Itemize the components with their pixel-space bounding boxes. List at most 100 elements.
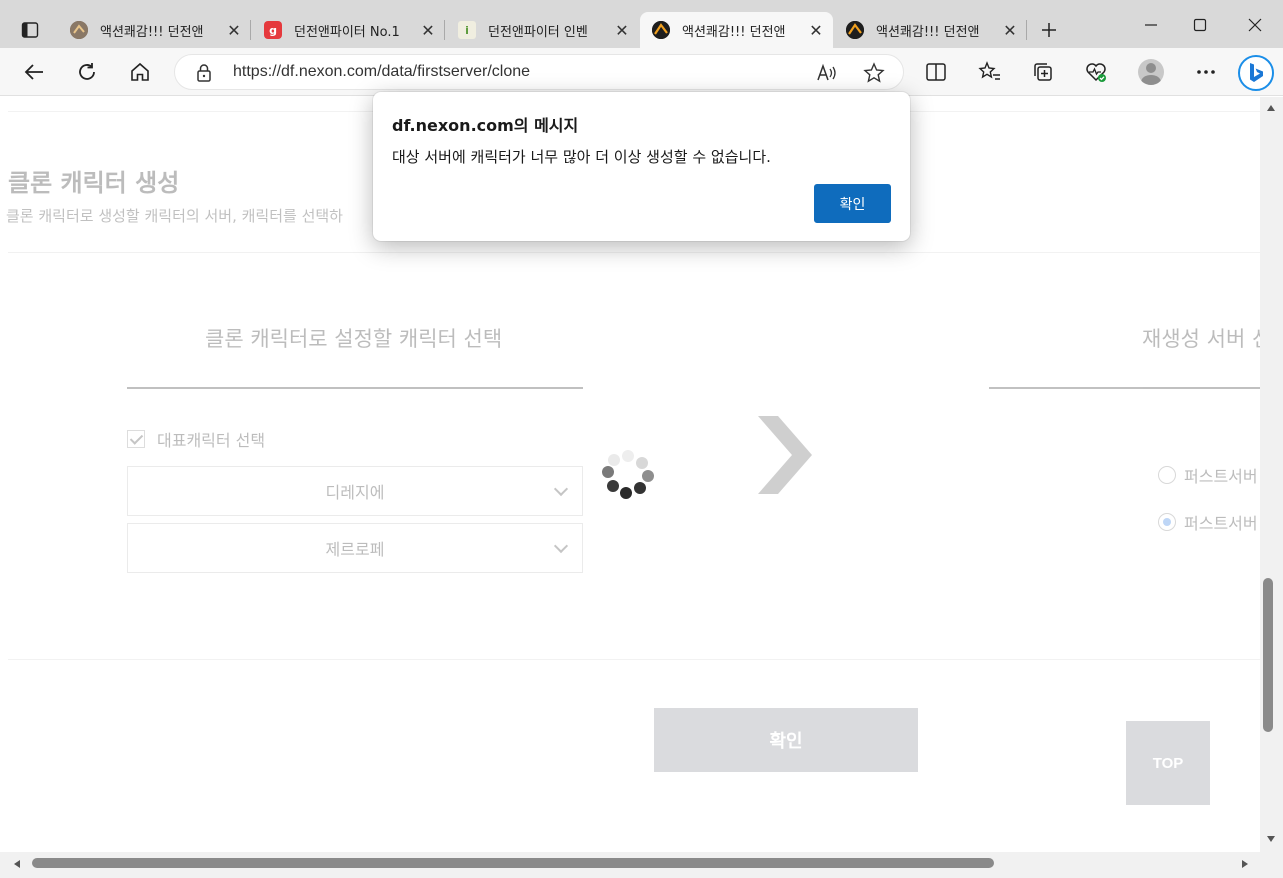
close-tab-icon[interactable]: ✕	[807, 21, 825, 40]
tab-actions-button[interactable]	[10, 14, 50, 46]
home-button[interactable]	[124, 56, 156, 88]
chevron-down-icon	[553, 481, 569, 497]
minimize-icon	[1145, 24, 1157, 26]
tab-separator	[444, 20, 445, 40]
vertical-scrollbar[interactable]	[1260, 97, 1283, 852]
character-select[interactable]: 제르로페	[127, 523, 583, 573]
refresh-button[interactable]	[71, 56, 103, 88]
chevron-right-icon	[758, 416, 812, 494]
scroll-right-arrow-icon[interactable]	[1242, 860, 1248, 868]
server-select[interactable]: 디레지에	[127, 466, 583, 516]
tab-actions-icon	[21, 22, 39, 38]
dnf-logo-icon	[70, 21, 88, 39]
bing-icon	[1238, 55, 1274, 91]
page-subtitle: 클론 캐릭터로 생성할 캐릭터의 서버, 캐릭터를 선택하	[6, 207, 343, 225]
back-button[interactable]	[18, 56, 50, 88]
left-section-bar	[127, 387, 583, 389]
page-title: 클론 캐릭터 생성	[8, 169, 180, 197]
left-section-title: 클론 캐릭터로 설정할 캐릭터 선택	[205, 327, 503, 351]
divider	[8, 659, 1260, 660]
tab-separator	[1026, 20, 1027, 40]
favorites-button[interactable]	[974, 56, 1006, 88]
tab-separator	[250, 20, 251, 40]
divider	[8, 252, 1260, 253]
close-tab-icon[interactable]: ✕	[225, 21, 243, 40]
favorites-list-icon	[978, 61, 1000, 80]
tab-title: 액션쾌감!!! 던전앤	[100, 24, 204, 40]
more-menu-button[interactable]	[1190, 56, 1222, 88]
alert-dialog: df.nexon.com의 메시지 대상 서버에 캐릭터가 너무 많아 더 이상…	[373, 92, 910, 241]
tab-title: 던전앤파이터 인벤	[488, 24, 588, 40]
checkbox-checked[interactable]	[127, 430, 145, 448]
maximize-button[interactable]	[1177, 10, 1223, 40]
dialog-message: 대상 서버에 캐릭터가 너무 많아 더 이상 생성할 수 없습니다.	[392, 148, 771, 166]
profile-button[interactable]	[1135, 56, 1167, 88]
maximize-icon	[1193, 18, 1207, 32]
bing-copilot-button[interactable]	[1237, 54, 1275, 92]
browser-toolbar: https://df.nexon.com/data/firstserver/cl…	[0, 48, 1283, 96]
horizontal-scrollbar-thumb[interactable]	[32, 858, 994, 868]
vertical-scrollbar-thumb[interactable]	[1263, 578, 1273, 732]
refresh-icon	[79, 63, 95, 80]
dialog-ok-button[interactable]: 확인	[814, 184, 891, 223]
confirm-button[interactable]: 확인	[654, 708, 918, 772]
tab-1[interactable]: g 던전앤파이터 No.1 ✕	[252, 12, 445, 48]
close-icon	[1248, 18, 1262, 32]
read-aloud-icon	[817, 63, 836, 81]
scroll-down-arrow-icon[interactable]	[1267, 836, 1275, 842]
tab-0[interactable]: 액션쾌감!!! 던전앤 ✕	[58, 12, 251, 48]
radio-button[interactable]	[1158, 466, 1176, 484]
ellipsis-icon	[1197, 70, 1215, 74]
dnf-logo-icon	[652, 21, 670, 39]
tab-4[interactable]: 액션쾌감!!! 던전앤 ✕	[834, 12, 1027, 48]
plus-icon	[1042, 23, 1056, 37]
lock-icon[interactable]	[195, 63, 213, 83]
right-section-bar	[989, 387, 1260, 389]
read-aloud-button[interactable]	[815, 61, 839, 85]
url-text[interactable]: https://df.nexon.com/data/firstserver/cl…	[233, 63, 530, 81]
inven-icon: i	[458, 21, 476, 39]
server-select-value: 디레지에	[325, 483, 385, 502]
split-screen-icon	[926, 63, 946, 81]
new-tab-button[interactable]	[1034, 16, 1064, 44]
tab-title: 던전앤파이터 No.1	[294, 24, 400, 40]
avatar	[1138, 59, 1164, 85]
back-arrow-icon	[24, 64, 43, 80]
close-tab-icon[interactable]: ✕	[419, 21, 437, 40]
loading-spinner-icon	[598, 450, 658, 500]
collections-button[interactable]	[1027, 56, 1059, 88]
close-tab-icon[interactable]: ✕	[613, 21, 631, 40]
right-section-title: 재생성 서버 선	[1142, 327, 1260, 351]
scroll-up-arrow-icon[interactable]	[1267, 105, 1275, 111]
dialog-title: df.nexon.com의 메시지	[392, 116, 579, 135]
tab-strip: 액션쾌감!!! 던전앤 ✕ g 던전앤파이터 No.1 ✕ i 던전앤파이터 인…	[0, 0, 1283, 48]
tab-title: 액션쾌감!!! 던전앤	[876, 24, 980, 40]
checkbox-label: 대표캐릭터 선택	[157, 431, 266, 450]
scroll-top-button[interactable]: TOP	[1126, 721, 1210, 805]
radio-label: 퍼스트서버	[1184, 514, 1258, 533]
chevron-down-icon	[553, 538, 569, 554]
radio-button-selected[interactable]	[1158, 513, 1176, 531]
tab-3-active[interactable]: 액션쾌감!!! 던전앤 ✕	[640, 12, 833, 48]
tab-2[interactable]: i 던전앤파이터 인벤 ✕	[446, 12, 639, 48]
minimize-button[interactable]	[1128, 10, 1174, 40]
character-select-value: 제르로페	[325, 540, 385, 559]
address-bar[interactable]: https://df.nexon.com/data/firstserver/cl…	[174, 54, 904, 90]
collections-icon	[1034, 63, 1052, 81]
close-window-button[interactable]	[1232, 10, 1278, 40]
heart-pulse-icon	[1086, 63, 1106, 82]
close-tab-icon[interactable]: ✕	[1001, 21, 1019, 40]
server-radio-option-1[interactable]: 퍼스트서버	[1158, 510, 1258, 534]
g-letter-icon: g	[264, 21, 282, 39]
star-icon	[863, 62, 885, 83]
dnf-logo-icon	[846, 21, 864, 39]
home-icon	[131, 62, 149, 81]
split-screen-button[interactable]	[920, 56, 952, 88]
browser-essentials-button[interactable]	[1080, 56, 1112, 88]
server-radio-option-0[interactable]: 퍼스트서버	[1158, 463, 1258, 487]
favorite-star-button[interactable]	[862, 61, 886, 85]
radio-label: 퍼스트서버	[1184, 467, 1258, 486]
main-character-checkbox[interactable]: 대표캐릭터 선택	[127, 427, 265, 451]
tab-title: 액션쾌감!!! 던전앤	[682, 24, 786, 40]
scroll-left-arrow-icon[interactable]	[14, 860, 20, 868]
